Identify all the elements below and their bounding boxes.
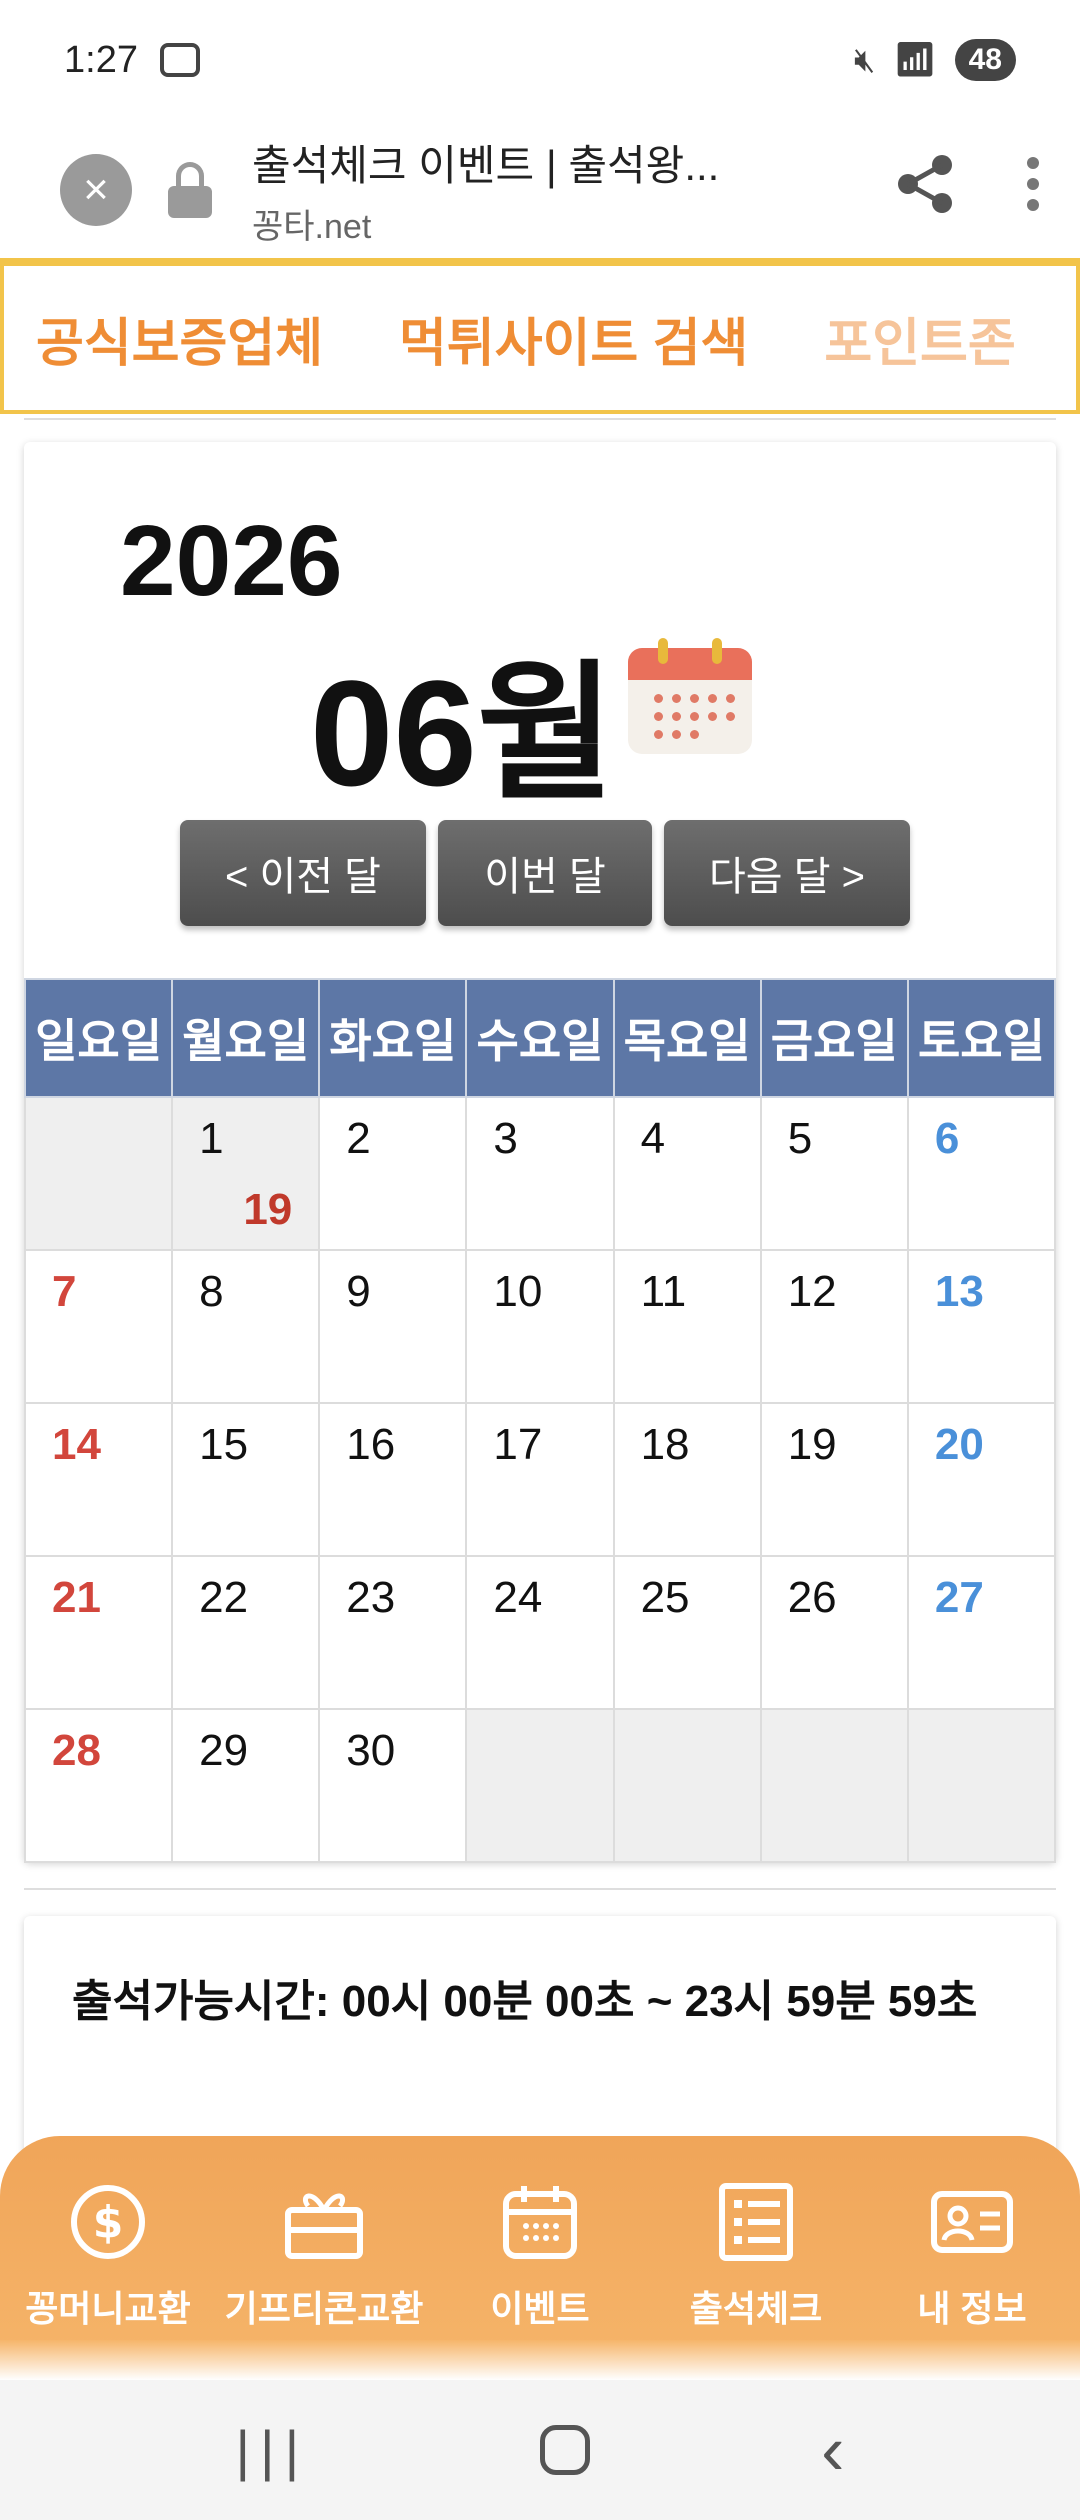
page-domain: 꽁타.net — [252, 208, 372, 246]
day-cell[interactable]: 14 — [23, 1402, 174, 1557]
screenshot-icon — [159, 43, 200, 77]
next-month-button[interactable]: 다음 달 > — [664, 820, 910, 926]
url-block[interactable]: 출석체크 이벤트 | 출석왕... 꽁타.net — [252, 132, 896, 248]
day-cell[interactable]: 10 — [465, 1249, 615, 1404]
day-cell[interactable]: 8 — [171, 1249, 321, 1404]
calendar-month: 06월 — [310, 649, 615, 817]
day-cell[interactable]: 21 — [23, 1555, 174, 1710]
weekday-tuesday: 화요일 — [318, 978, 468, 1098]
week-row: 14 15 16 17 18 19 20 — [23, 1402, 1057, 1557]
tab-label: 기프티콘교환 — [224, 2288, 424, 2329]
day-cell[interactable]: 26 — [759, 1555, 909, 1710]
page-title: 출석체크 이벤트 | 출석왕... — [252, 142, 720, 189]
weekday-saturday: 토요일 — [906, 978, 1057, 1098]
week-row: 1 19 2 3 4 5 6 — [23, 1096, 1057, 1251]
day-cell[interactable]: 16 — [318, 1402, 468, 1557]
day-cell[interactable]: 5 — [759, 1096, 909, 1251]
day-cell[interactable]: 2 — [318, 1096, 468, 1251]
weekday-friday: 금요일 — [759, 978, 909, 1098]
weekday-thursday: 목요일 — [612, 978, 762, 1098]
category-nav: 공식보증업체 먹튀사이트 검색 포인트존 — [0, 258, 1080, 414]
divider — [24, 418, 1056, 420]
svg-text:$: $ — [93, 2197, 124, 2248]
day-cell-empty — [906, 1708, 1057, 1863]
week-row: 21 22 23 24 25 26 27 — [23, 1555, 1057, 1710]
back-icon[interactable]: ‹ — [821, 2410, 844, 2490]
system-nav-bar: ||| ‹ — [0, 2380, 1080, 2520]
tab-bar-fade — [0, 2340, 1080, 2380]
day-number: 1 — [199, 1114, 224, 1163]
status-time: 1:27 — [64, 38, 138, 81]
prev-month-button[interactable]: < 이전 달 — [180, 820, 426, 926]
month-nav-buttons: < 이전 달 이번 달 다음 달 > — [180, 820, 910, 926]
weekday-wednesday: 수요일 — [465, 978, 615, 1098]
day-cell[interactable]: 23 — [318, 1555, 468, 1710]
browser-bar: × 출석체크 이벤트 | 출석왕... 꽁타.net — [0, 120, 1080, 260]
dollar-coin-icon: $ — [66, 2180, 150, 2264]
weekday-monday: 월요일 — [171, 978, 321, 1098]
tab-label: 출석체크 — [689, 2288, 823, 2329]
status-bar: 1:27 🔇︎ 📶︎ 48 — [0, 0, 1080, 120]
day-cell[interactable]: 7 — [23, 1249, 174, 1404]
battery-icon: 48 — [954, 39, 1016, 81]
tab-label: 꽁머니교환 — [25, 2288, 191, 2329]
close-button[interactable]: × — [60, 154, 132, 226]
wifi-icon: 📶︎ — [893, 41, 937, 79]
nav-scam-site-search[interactable]: 먹튀사이트 검색 — [399, 301, 748, 376]
day-cell[interactable]: 19 — [759, 1402, 909, 1557]
day-cell-empty — [612, 1708, 762, 1863]
day-cell[interactable]: 13 — [906, 1249, 1057, 1404]
calendar-icon — [628, 638, 752, 754]
day-cell-empty — [465, 1708, 615, 1863]
lock-icon — [168, 162, 212, 218]
nav-point-zone[interactable]: 포인트존 — [824, 301, 1015, 376]
calendar-year: 2026 — [120, 505, 343, 617]
week-row: 7 8 9 10 11 12 13 — [23, 1249, 1057, 1404]
home-icon[interactable] — [540, 2425, 591, 2475]
day-cell[interactable]: 24 — [465, 1555, 615, 1710]
calendar-card: 2026 06월 < 이전 달 이번 달 다음 달 > 일요일 월요일 화요일 … — [23, 442, 1057, 1863]
weekday-sunday: 일요일 — [23, 978, 174, 1098]
attendance-time-text: 출석가능시간: 00시 00분 00초 ~ 23시 59분 59초 — [72, 1977, 978, 2026]
day-cell[interactable]: 3 — [465, 1096, 615, 1251]
weekday-header-row: 일요일 월요일 화요일 수요일 목요일 금요일 토요일 — [23, 978, 1057, 1098]
day-cell-empty — [759, 1708, 909, 1863]
day-cell[interactable]: 18 — [612, 1402, 762, 1557]
day-cell[interactable]: 11 — [612, 1249, 762, 1404]
more-menu-icon[interactable] — [1026, 156, 1040, 224]
id-card-icon — [930, 2180, 1014, 2264]
day-cell[interactable]: 4 — [612, 1096, 762, 1251]
recent-apps-icon[interactable]: ||| — [236, 2418, 310, 2483]
mute-icon: 🔇︎ — [854, 40, 876, 79]
day-cell[interactable]: 1 19 — [171, 1096, 321, 1251]
nav-official-partners[interactable]: 공식보증업체 — [36, 301, 323, 376]
day-cell[interactable]: 28 — [23, 1708, 174, 1863]
divider — [24, 1888, 1056, 1890]
day-cell[interactable]: 30 — [318, 1708, 468, 1863]
this-month-button[interactable]: 이번 달 — [438, 820, 652, 926]
calendar-grid: 일요일 월요일 화요일 수요일 목요일 금요일 토요일 1 19 2 3 4 5 … — [23, 978, 1057, 1863]
day-cell[interactable]: 20 — [906, 1402, 1057, 1557]
day-cell[interactable]: 25 — [612, 1555, 762, 1710]
day-cell[interactable]: 6 — [906, 1096, 1057, 1251]
week-row: 28 29 30 — [23, 1708, 1057, 1863]
day-cell[interactable]: 17 — [465, 1402, 615, 1557]
checklist-icon — [714, 2180, 798, 2264]
day-cell[interactable]: 9 — [318, 1249, 468, 1404]
day-cell-empty — [23, 1096, 174, 1251]
status-icons: 🔇︎ 📶︎ 48 — [854, 39, 1016, 81]
day-cell[interactable]: 29 — [171, 1708, 321, 1863]
tab-label: 내 정보 — [917, 2288, 1027, 2329]
tab-label: 이벤트 — [490, 2288, 590, 2329]
gift-icon — [282, 2180, 366, 2264]
share-icon[interactable] — [896, 153, 956, 228]
attendance-count: 19 — [243, 1185, 293, 1234]
calendar-icon — [498, 2180, 582, 2264]
day-cell[interactable]: 27 — [906, 1555, 1057, 1710]
day-cell[interactable]: 12 — [759, 1249, 909, 1404]
day-cell[interactable]: 22 — [171, 1555, 321, 1710]
day-cell[interactable]: 15 — [171, 1402, 321, 1557]
